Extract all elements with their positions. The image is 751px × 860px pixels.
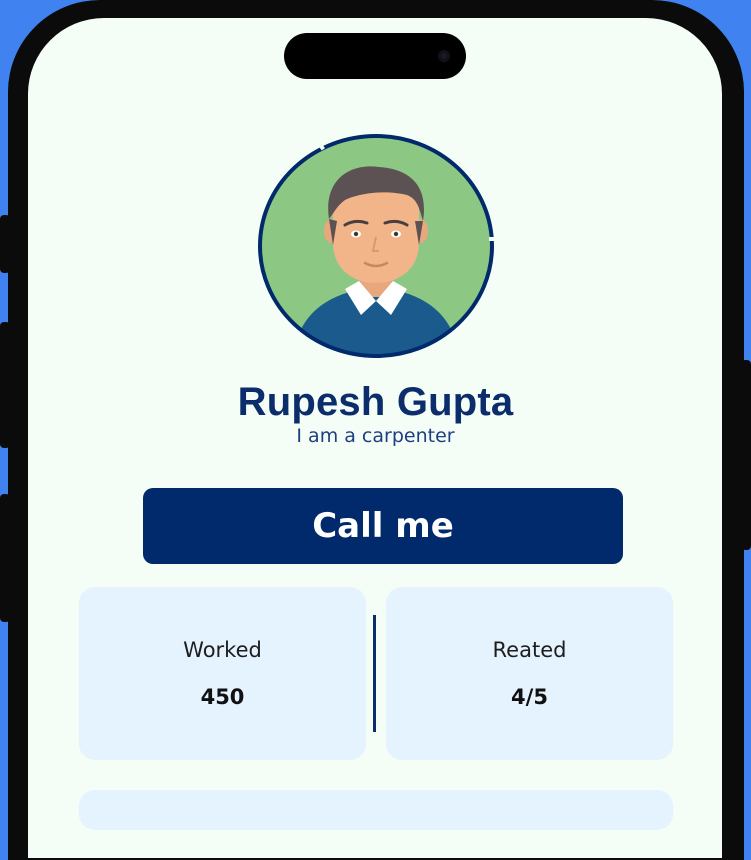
stat-label: Worked: [183, 638, 262, 662]
stat-label: Reated: [492, 638, 567, 662]
phone-side-button: [0, 215, 10, 273]
phone-volume-down-button: [0, 494, 10, 622]
stat-value: 4/5: [511, 685, 548, 709]
stat-divider: [373, 615, 376, 732]
stat-card-rated: Reated 4/5: [386, 587, 673, 760]
person-avatar-icon[interactable]: [257, 133, 495, 359]
front-camera-icon: [438, 50, 450, 62]
profile-tagline: I am a carpenter: [296, 425, 455, 447]
profile-name: Rupesh Gupta: [237, 380, 514, 424]
call-me-button[interactable]: Call me: [143, 488, 623, 564]
info-card-partial: [79, 790, 673, 830]
stat-card-worked: Worked 450: [79, 587, 366, 760]
dynamic-island: [284, 33, 466, 79]
stat-value: 450: [200, 685, 245, 709]
